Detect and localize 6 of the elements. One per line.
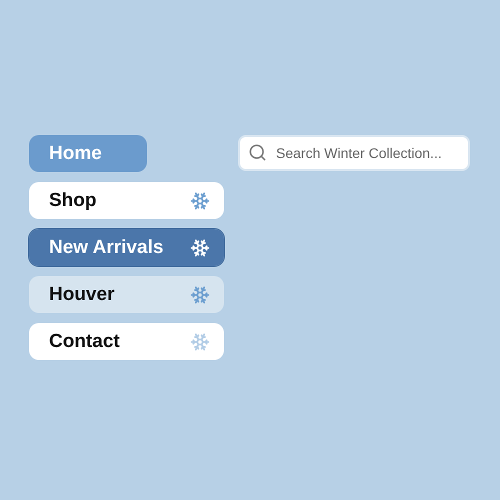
search-icon [248, 143, 267, 162]
search-field[interactable]: Search Winter Collection... [238, 135, 470, 171]
menu-item[interactable]: New Arrivals [29, 229, 224, 266]
menu-item[interactable]: Shop [29, 182, 224, 219]
menu-item[interactable]: Contact [29, 323, 224, 360]
menu-item[interactable]: Houver [29, 276, 224, 313]
